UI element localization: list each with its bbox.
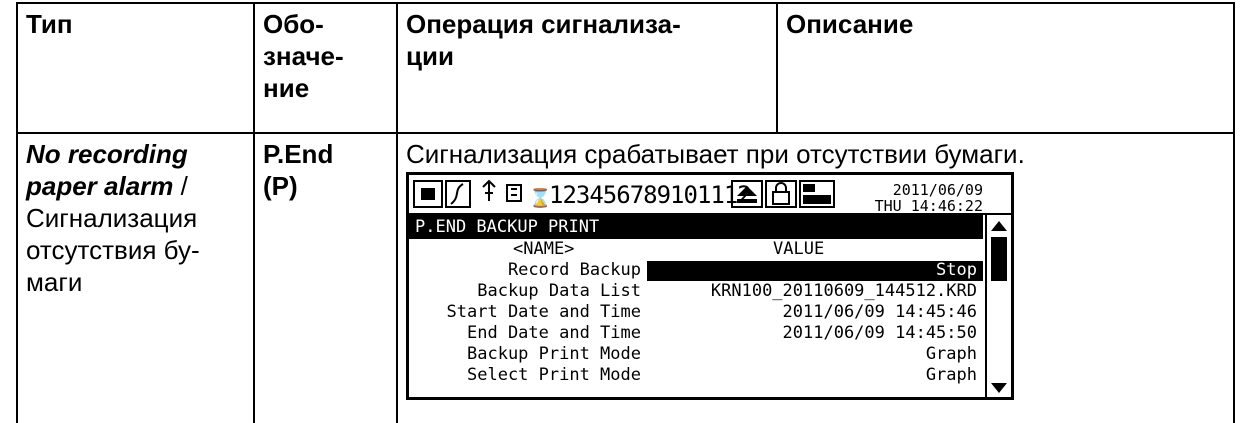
operation-text: Сигнализация срабатывает при отсутствии … <box>406 139 1025 169</box>
paper-icon <box>445 180 471 208</box>
list-item[interactable]: Select Print Mode Graph <box>409 365 987 386</box>
cell-type: No recording paper alarm / Сигнализация … <box>16 132 255 423</box>
lock-icon <box>765 180 797 208</box>
list-item[interactable]: End Date and Time 2011/06/09 14:45:50 <box>409 323 987 344</box>
scroll-thumb[interactable] <box>991 237 1007 281</box>
stop-icon <box>413 180 443 208</box>
scrollbar[interactable] <box>985 215 1011 397</box>
header-operation: Операция сигнализа- ции <box>396 2 778 134</box>
cell-designation: P.End (P) <box>253 132 398 423</box>
header-designation: Обо- значе- ние <box>253 2 398 134</box>
list-item[interactable]: Record Backup Stop <box>409 260 987 281</box>
column-name-header: <NAME> <box>513 239 575 259</box>
column-value-header: VALUE <box>773 239 825 259</box>
memory-icon: ⌛ <box>529 188 551 209</box>
scroll-down-icon[interactable] <box>990 381 1008 395</box>
header-type: Тип <box>16 2 255 134</box>
column-header-row: <NAME> VALUE <box>409 239 987 260</box>
scroll-up-icon[interactable] <box>990 219 1008 233</box>
settings-list: <NAME> VALUE Record Backup Stop Backup D… <box>409 239 987 386</box>
list-item[interactable]: Backup Print Mode Graph <box>409 344 987 365</box>
recorder-screen: ⌛ 123456789101112 2011/06/09 THU 14:46:2… <box>406 172 1014 400</box>
channel-indicators: 123456789101112 <box>549 181 752 209</box>
usb-icon <box>481 177 529 215</box>
cell-operation: Сигнализация срабатывает при отсутствии … <box>396 132 1235 423</box>
battery-icon <box>799 180 835 208</box>
status-bar: ⌛ 123456789101112 2011/06/09 THU 14:46:2… <box>409 175 1011 215</box>
menu-title: P.END BACKUP PRINT <box>409 215 983 239</box>
list-item[interactable]: Start Date and Time 2011/06/09 14:45:46 <box>409 302 987 323</box>
date-text: 2011/06/09 <box>892 181 983 199</box>
eject-icon <box>731 180 763 208</box>
datetime-box: 2011/06/09 THU 14:46:22 <box>849 180 985 214</box>
time-text: THU 14:46:22 <box>874 197 983 215</box>
header-row: Тип Обо- значе- ние Операция сигнализа- … <box>16 2 1235 134</box>
header-description: Описание <box>776 2 1235 134</box>
table-row: No recording paper alarm / Сигнализация … <box>16 132 1235 423</box>
alarm-table: Тип Обо- значе- ние Операция сигнализа- … <box>16 2 1235 423</box>
list-item[interactable]: Backup Data List KRN100_20110609_144512.… <box>409 281 987 302</box>
